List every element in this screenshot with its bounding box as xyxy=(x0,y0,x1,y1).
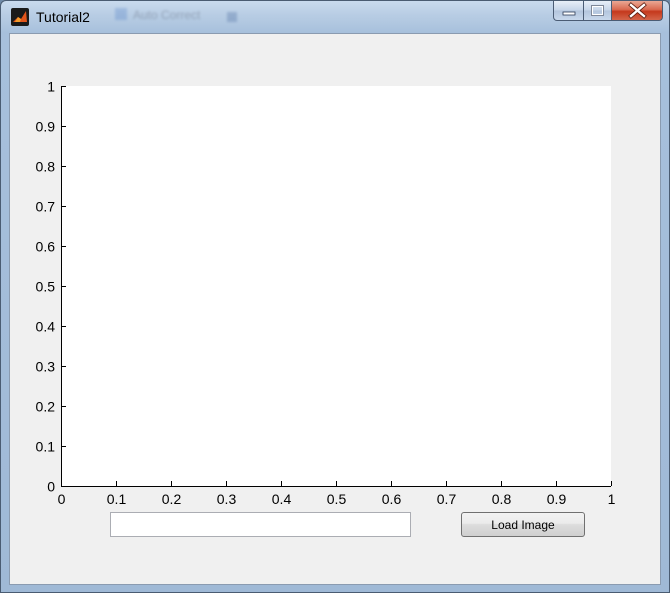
x-tick-label: 0.4 xyxy=(272,491,292,504)
y-tick-label: 0.2 xyxy=(36,399,56,415)
y-tick-label: 0.1 xyxy=(36,439,56,455)
x-tick-label: 0.3 xyxy=(217,491,237,504)
x-tick-label: 0.9 xyxy=(547,491,567,504)
figure-client-area: 0 0.1 0.2 0.3 0.4 0.5 0.6 0.7 0.8 0.9 1 0 0.1 0.2 0.3… xyxy=(9,33,661,585)
plot-area[interactable] xyxy=(61,86,611,486)
y-tick-label: 0.9 xyxy=(36,119,56,135)
y-tick-label: 0.7 xyxy=(36,199,56,215)
window-title: Tutorial2 xyxy=(36,9,90,25)
maximize-icon xyxy=(591,5,604,16)
caption-buttons xyxy=(553,1,663,22)
app-window: Tutorial2 Auto Correct 0 0.1 0.2 0.3 0.4… xyxy=(0,0,670,593)
maximize-button[interactable] xyxy=(584,1,612,21)
y-tick-label: 0.4 xyxy=(36,319,56,335)
y-tick-label: 0.8 xyxy=(36,159,56,175)
x-tick-label: 0.7 xyxy=(437,491,457,504)
x-tick-label: 0.6 xyxy=(382,491,402,504)
background-window-ghost: Auto Correct xyxy=(115,8,237,22)
y-tick-label: 0.5 xyxy=(36,279,56,295)
matlab-logo-icon xyxy=(11,8,29,26)
x-tick-label: 0.2 xyxy=(162,491,182,504)
axes-plot[interactable]: 0 0.1 0.2 0.3 0.4 0.5 0.6 0.7 0.8 0.9 1 0 0.1 0.2 0.3… xyxy=(10,34,660,505)
minimize-icon xyxy=(562,11,576,16)
y-tick-label: 1 xyxy=(47,79,55,95)
image-path-input[interactable] xyxy=(110,512,411,537)
y-tick-label: 0.6 xyxy=(36,239,56,255)
minimize-button[interactable] xyxy=(553,1,584,21)
close-button[interactable] xyxy=(612,1,663,21)
load-image-button[interactable]: Load Image xyxy=(461,512,585,537)
title-bar[interactable]: Tutorial2 Auto Correct xyxy=(1,1,669,33)
x-tick-label: 0.1 xyxy=(107,491,127,504)
y-tick-label: 0 xyxy=(47,479,55,495)
x-tick-label: 0.5 xyxy=(327,491,347,504)
x-tick-label: 0 xyxy=(58,491,66,504)
x-tick-label: 0.8 xyxy=(492,491,512,504)
y-tick-label: 0.3 xyxy=(36,359,56,375)
x-tick-label: 1 xyxy=(608,491,616,504)
ghost-title: Auto Correct xyxy=(133,8,201,22)
close-icon xyxy=(628,2,647,19)
